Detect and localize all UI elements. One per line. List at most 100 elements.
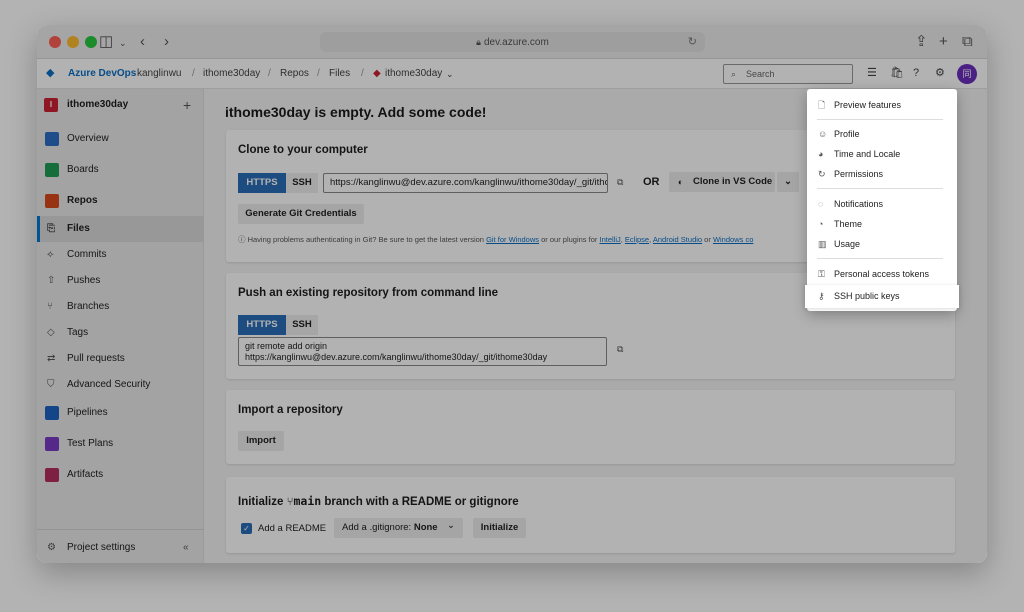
- sidebar-item-pipelines[interactable]: Pipelines: [37, 400, 204, 426]
- overview-icon: [45, 132, 59, 146]
- avatar[interactable]: 同: [957, 64, 977, 84]
- vscode-icon: ◐: [678, 177, 684, 187]
- eclipse-link[interactable]: Eclipse: [625, 235, 649, 244]
- info-icon: ⓘ: [238, 235, 246, 244]
- add-readme-checkbox[interactable]: ✓: [241, 523, 252, 534]
- sidebar-item-overview[interactable]: Overview: [37, 126, 204, 152]
- breadcrumb-files[interactable]: Files: [329, 59, 350, 89]
- menu-item-notifications[interactable]: ◌ Notifications: [807, 194, 957, 214]
- zoom-window-button[interactable]: [85, 36, 97, 48]
- initialize-title: Initialize ⑂main branch with a README or…: [238, 494, 519, 508]
- plus-icon[interactable]: +: [183, 89, 191, 121]
- tabs-overview-icon[interactable]: ⧉: [962, 32, 973, 52]
- project-header[interactable]: I ithome30day +: [37, 89, 204, 121]
- menu-item-preview-features[interactable]: 🗋 Preview features: [807, 95, 957, 115]
- menu-item-theme[interactable]: ◔ Theme: [807, 214, 957, 234]
- chevron-down-icon[interactable]: ⌄: [119, 33, 127, 53]
- breadcrumb-repos[interactable]: Repos: [280, 59, 309, 89]
- initialize-card: Initialize ⑂main branch with a README or…: [226, 477, 955, 553]
- push-command-field[interactable]: git remote add origin https://kanglinwu@…: [238, 337, 607, 366]
- clone-in-vscode-button[interactable]: ◐ Clone in VS Code: [669, 172, 775, 192]
- breadcrumb-org[interactable]: kanglinwu: [137, 59, 181, 89]
- sidebar-item-files[interactable]: ⎘ Files: [37, 216, 204, 242]
- minimize-window-button[interactable]: [67, 36, 79, 48]
- pipelines-icon: [45, 406, 59, 420]
- push-icon: ⇧: [47, 275, 56, 286]
- brand-link[interactable]: Azure DevOps: [68, 59, 136, 89]
- sidebar-item-advanced-security[interactable]: ⛉ Advanced Security: [37, 372, 204, 398]
- list-icon[interactable]: ☰: [867, 66, 877, 80]
- share-icon[interactable]: ⇪: [915, 32, 928, 52]
- refresh-icon: ↻: [818, 169, 826, 179]
- reload-icon[interactable]: ↻: [688, 32, 697, 52]
- key-icon: ⚷: [818, 291, 825, 301]
- marketplace-icon[interactable]: 🛍︎: [890, 66, 904, 80]
- sidebar-item-branches[interactable]: ⑂ Branches: [37, 294, 204, 320]
- git-for-windows-link[interactable]: Git for Windows: [486, 235, 539, 244]
- clone-tab-ssh[interactable]: SSH: [286, 173, 318, 193]
- search-icon: ⌕: [731, 69, 737, 79]
- azure-devops-logo-icon[interactable]: ◆: [46, 66, 54, 80]
- sidebar-toggle-icon[interactable]: ◫: [99, 32, 113, 52]
- import-button[interactable]: Import: [238, 431, 284, 451]
- close-window-button[interactable]: [49, 36, 61, 48]
- breadcrumb-repo-selector[interactable]: ithome30day: [385, 59, 442, 89]
- collapse-icon[interactable]: «: [183, 535, 189, 561]
- back-icon[interactable]: ‹: [140, 32, 145, 52]
- generate-credentials-button[interactable]: Generate Git Credentials: [238, 204, 364, 224]
- pull-request-icon: ⇄: [47, 353, 56, 364]
- sidebar-item-tags[interactable]: ◇ Tags: [37, 320, 204, 346]
- push-tab-https[interactable]: HTTPS: [238, 315, 286, 335]
- menu-item-permissions[interactable]: ↻ Permissions: [807, 164, 957, 184]
- import-card: Import a repository Import: [226, 390, 955, 464]
- gear-icon: ⚙: [47, 542, 56, 553]
- palette-icon: ◔: [818, 219, 824, 229]
- search-input[interactable]: ⌕ Search: [723, 64, 853, 84]
- user-key-icon: ⚿: [818, 269, 825, 279]
- new-tab-icon[interactable]: +: [939, 32, 948, 52]
- project-sidebar: I ithome30day + Overview Boards Repos ⎘ …: [37, 89, 204, 563]
- sidebar-item-commits[interactable]: ⟡ Commits: [37, 242, 204, 268]
- user-settings-icon[interactable]: ⚙: [935, 66, 945, 80]
- address-bar[interactable]: 🔒︎ dev.azure.com ↻: [320, 32, 705, 52]
- push-tab-ssh[interactable]: SSH: [286, 315, 318, 335]
- add-readme-label: Add a README: [258, 523, 327, 534]
- sidebar-item-boards[interactable]: Boards: [37, 157, 204, 183]
- menu-item-personal-access-tokens[interactable]: ⚿ Personal access tokens: [807, 264, 957, 284]
- sidebar-item-pushes[interactable]: ⇧ Pushes: [37, 268, 204, 294]
- help-icon[interactable]: ?: [913, 66, 919, 80]
- project-settings-link[interactable]: ⚙ Project settings «: [37, 535, 204, 561]
- forward-icon[interactable]: ›: [164, 32, 169, 52]
- browser-window: ◫ ⌄ ‹ › 🔒︎ dev.azure.com ↻ ⇪ + ⧉ ◆ Azure …: [37, 25, 987, 563]
- profile-icon: ☺: [818, 129, 828, 139]
- clone-options-dropdown[interactable]: ⌄: [777, 172, 799, 192]
- copy-icon[interactable]: ⧉: [617, 344, 623, 355]
- user-settings-menu: 🗋 Preview features ☺ Profile ◕ Time and …: [805, 89, 959, 311]
- menu-item-ssh-public-keys[interactable]: ⚷ SSH public keys: [805, 285, 959, 308]
- auth-help-text: ⓘ Having problems authenticating in Git?…: [238, 235, 754, 244]
- project-avatar: I: [44, 98, 58, 112]
- breadcrumb-project[interactable]: ithome30day: [203, 59, 260, 89]
- clone-url-field[interactable]: https://kanglinwu@dev.azure.com/kanglinw…: [323, 173, 608, 193]
- tag-icon: ◇: [47, 327, 55, 338]
- initialize-button[interactable]: Initialize: [473, 518, 526, 538]
- menu-item-profile[interactable]: ☺ Profile: [807, 124, 957, 144]
- sidebar-item-artifacts[interactable]: Artifacts: [37, 462, 204, 488]
- android-studio-link[interactable]: Android Studio: [653, 235, 702, 244]
- push-title: Push an existing repository from command…: [238, 287, 499, 299]
- test-plans-icon: [45, 437, 59, 451]
- menu-item-usage[interactable]: ▥ Usage: [807, 234, 957, 254]
- windows-credential-link[interactable]: Windows co: [713, 235, 753, 244]
- copy-icon[interactable]: ⧉: [617, 177, 623, 188]
- repos-icon: [45, 194, 59, 208]
- chevron-down-icon[interactable]: ⌄: [446, 59, 454, 89]
- sidebar-item-pull-requests[interactable]: ⇄ Pull requests: [37, 346, 204, 372]
- gitignore-dropdown[interactable]: Add a .gitignore: None ⌄: [334, 518, 463, 538]
- sidebar-item-repos[interactable]: Repos: [37, 188, 204, 214]
- sidebar-item-test-plans[interactable]: Test Plans: [37, 431, 204, 457]
- files-icon: ⎘: [47, 223, 55, 234]
- artifacts-icon: [45, 468, 59, 482]
- clone-tab-https[interactable]: HTTPS: [238, 173, 286, 193]
- menu-item-time-locale[interactable]: ◕ Time and Locale: [807, 144, 957, 164]
- intellij-link[interactable]: IntelliJ: [599, 235, 620, 244]
